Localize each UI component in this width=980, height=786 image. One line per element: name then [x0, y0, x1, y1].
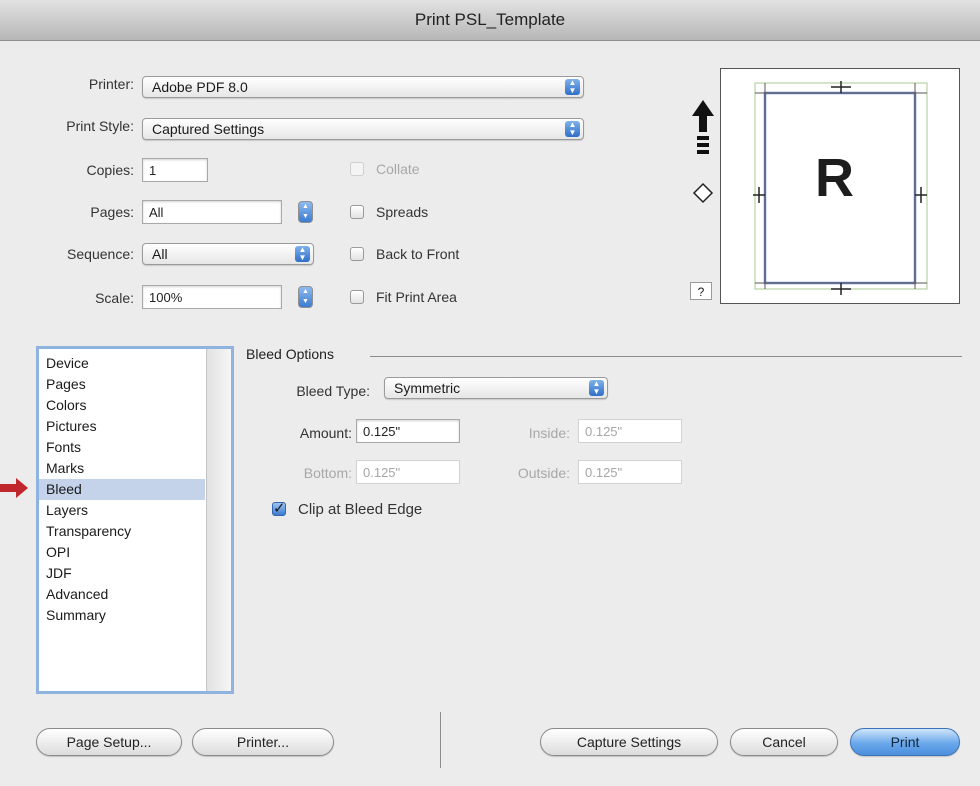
popup-arrows-icon: ▲ ▼ — [589, 380, 604, 396]
print-style-popup[interactable]: Captured Settings ▲ ▼ — [142, 118, 584, 140]
print-style-value: Captured Settings — [152, 121, 265, 137]
printer-button[interactable]: Printer... — [192, 728, 334, 756]
category-list[interactable]: Device Pages Colors Pictures Fonts Marks… — [36, 346, 234, 694]
cancel-button[interactable]: Cancel — [730, 728, 838, 756]
collate-label: Collate — [376, 161, 420, 177]
list-item-pages[interactable]: Pages — [39, 374, 205, 395]
list-item-jdf[interactable]: JDF — [39, 563, 205, 584]
list-item-pictures[interactable]: Pictures — [39, 416, 205, 437]
capture-settings-label: Capture Settings — [576, 734, 682, 750]
spreads-label: Spreads — [376, 204, 429, 220]
inside-label: Inside: — [528, 425, 570, 441]
inside-field — [578, 419, 682, 443]
window-titlebar: Print PSL_Template — [0, 0, 980, 41]
list-item-colors[interactable]: Colors — [39, 395, 205, 416]
cancel-label: Cancel — [762, 734, 806, 750]
printer-button-label: Printer... — [236, 734, 290, 750]
list-item-marks[interactable]: Marks — [39, 458, 205, 479]
scale-stepper-icon[interactable]: ▲ ▼ — [298, 286, 313, 308]
help-label: ? — [697, 285, 705, 299]
preview-letter: R — [815, 148, 854, 208]
back-to-front-checkbox[interactable] — [350, 247, 364, 261]
sequence-popup[interactable]: All ▲ ▼ — [142, 243, 314, 265]
popup-arrows-icon: ▲ ▼ — [295, 246, 310, 262]
outside-field — [578, 460, 682, 484]
printer-popup[interactable]: Adobe PDF 8.0 ▲ ▼ — [142, 76, 584, 98]
sequence-label: Sequence: — [67, 246, 134, 262]
list-item-advanced[interactable]: Advanced — [39, 584, 205, 605]
annotation-arrow-icon — [0, 478, 28, 498]
outside-label: Outside: — [517, 465, 570, 481]
back-to-front-label: Back to Front — [376, 246, 460, 262]
scale-label: Scale: — [95, 290, 134, 306]
copies-label: Copies: — [86, 162, 134, 178]
popup-arrows-icon: ▲ ▼ — [565, 121, 580, 137]
collate-checkbox — [350, 162, 364, 176]
bleed-type-value: Symmetric — [394, 380, 461, 396]
bleed-type-label: Bleed Type: — [296, 383, 370, 399]
list-item-summary[interactable]: Summary — [39, 605, 205, 626]
copies-field[interactable] — [142, 158, 208, 182]
spreads-checkbox[interactable] — [350, 205, 364, 219]
page-setup-label: Page Setup... — [66, 734, 152, 750]
page-preview: R — [720, 68, 960, 304]
bleed-section-title: Bleed Options — [246, 346, 334, 362]
pages-label: Pages: — [90, 204, 134, 220]
bottom-label: Bottom: — [303, 465, 352, 481]
capture-settings-button[interactable]: Capture Settings — [540, 728, 718, 756]
print-label: Print — [890, 734, 920, 750]
printer-value: Adobe PDF 8.0 — [152, 79, 248, 95]
print-style-label: Print Style: — [66, 118, 134, 134]
popup-arrows-icon: ▲ ▼ — [565, 79, 580, 95]
print-button[interactable]: Print — [850, 728, 960, 756]
clip-bleed-checkbox[interactable]: ✓ — [272, 501, 286, 516]
list-item-transparency[interactable]: Transparency — [39, 521, 205, 542]
scale-field[interactable] — [142, 285, 282, 309]
clip-bleed-label: Clip at Bleed Edge — [298, 501, 423, 518]
page-setup-button[interactable]: Page Setup... — [36, 728, 182, 756]
orientation-arrow-icon[interactable] — [688, 98, 718, 162]
list-item-opi[interactable]: OPI — [39, 542, 205, 563]
printer-label: Printer: — [88, 76, 134, 92]
amount-field[interactable] — [356, 419, 460, 443]
pages-field[interactable] — [142, 200, 282, 224]
list-item-fonts[interactable]: Fonts — [39, 437, 205, 458]
amount-label: Amount: — [299, 425, 352, 441]
bleed-section-divider — [370, 356, 962, 357]
pages-stepper-icon[interactable]: ▲ ▼ — [298, 201, 313, 223]
list-item-bleed[interactable]: Bleed — [39, 479, 205, 500]
help-button[interactable]: ? — [690, 282, 712, 300]
fit-print-area-checkbox[interactable] — [350, 290, 364, 304]
sequence-value: All — [152, 246, 168, 262]
rotate-page-icon[interactable] — [692, 182, 714, 204]
category-list-scrollbar[interactable] — [206, 349, 231, 691]
list-item-device[interactable]: Device — [39, 353, 205, 374]
button-separator — [440, 712, 441, 768]
bottom-field — [356, 460, 460, 484]
fit-print-area-label: Fit Print Area — [376, 289, 457, 305]
window-title: Print PSL_Template — [414, 10, 566, 29]
bleed-type-popup[interactable]: Symmetric ▲ ▼ — [384, 377, 608, 399]
list-item-layers[interactable]: Layers — [39, 500, 205, 521]
